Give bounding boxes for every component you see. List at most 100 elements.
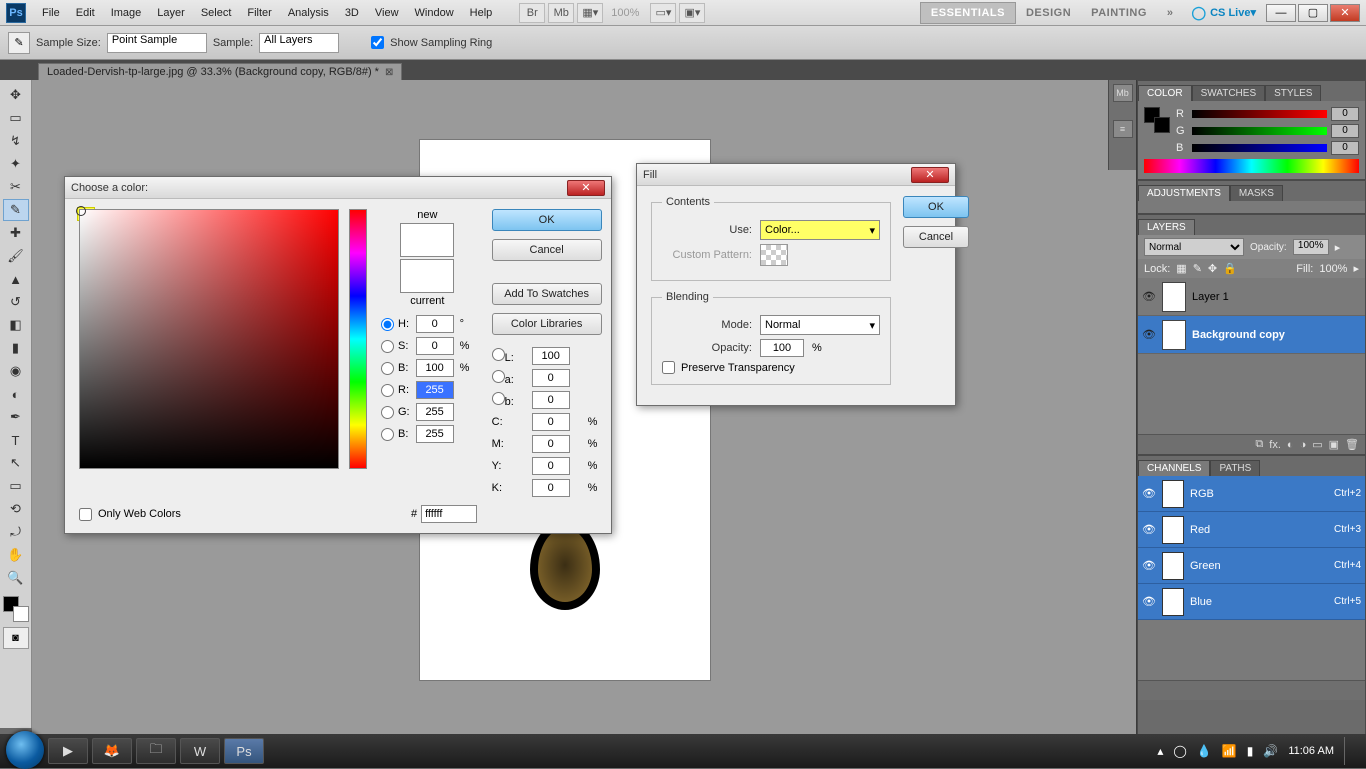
g-radio[interactable] (381, 406, 394, 419)
tray-battery-icon[interactable]: ▮ (1247, 744, 1254, 758)
tab-channels[interactable]: CHANNELS (1138, 460, 1210, 476)
menu-view[interactable]: View (367, 7, 407, 19)
eyedropper-tool[interactable]: ✎ (3, 199, 29, 221)
zoom-tool[interactable]: 🔍 (3, 567, 29, 589)
task-photoshop[interactable]: Ps (224, 738, 264, 764)
menu-filter[interactable]: Filter (239, 7, 279, 19)
type-tool[interactable]: T (3, 429, 29, 451)
dialog-close[interactable]: ✕ (567, 180, 605, 196)
quick-select-tool[interactable]: ✦ (3, 153, 29, 175)
blur-tool[interactable]: ◉ (3, 360, 29, 382)
eyedropper-icon[interactable]: ✎ (8, 32, 30, 54)
visibility-icon[interactable]: 👁 (1142, 328, 1156, 341)
tab-styles[interactable]: STYLES (1265, 85, 1321, 101)
color-libraries-button[interactable]: Color Libraries (492, 313, 602, 335)
window-minimize[interactable]: — (1266, 4, 1296, 22)
use-dropdown[interactable]: Color...▾ (760, 220, 880, 240)
new-layer-icon[interactable]: ▣ (1329, 438, 1339, 451)
color-field[interactable] (79, 209, 339, 469)
lb-radio[interactable] (492, 392, 505, 405)
channel-row[interactable]: 👁RedCtrl+3 (1138, 512, 1365, 548)
workspace-more[interactable]: » (1157, 3, 1184, 23)
tray-shield-icon[interactable]: ◯ (1173, 744, 1186, 758)
layer-name[interactable]: Background copy (1192, 329, 1285, 341)
a-input[interactable] (532, 369, 570, 387)
task-explorer[interactable]: 🗀 (136, 738, 176, 764)
visibility-icon[interactable]: 👁 (1142, 290, 1156, 303)
lock-position-icon[interactable]: ✥ (1208, 262, 1217, 275)
m-input[interactable] (532, 435, 570, 453)
dodge-tool[interactable]: ◐ (3, 383, 29, 405)
g-value[interactable]: 0 (1331, 124, 1359, 138)
history-panel-icon[interactable]: ≡ (1113, 120, 1133, 138)
marquee-tool[interactable]: ▭ (3, 107, 29, 129)
spectrum-ramp[interactable] (1144, 159, 1359, 173)
workspace-painting[interactable]: PAINTING (1081, 3, 1157, 23)
opacity-input[interactable] (760, 339, 804, 357)
document-tab-close[interactable]: ⊠ (385, 67, 393, 78)
arrange-icon[interactable]: ▭▾ (650, 3, 676, 23)
tab-color[interactable]: COLOR (1138, 85, 1192, 101)
eraser-tool[interactable]: ◧ (3, 314, 29, 336)
g-slider[interactable] (1192, 127, 1327, 135)
h-radio[interactable] (381, 318, 394, 331)
path-select-tool[interactable]: ↖ (3, 452, 29, 474)
sample-dropdown[interactable]: All Layers (259, 33, 339, 53)
web-colors-checkbox[interactable] (79, 508, 92, 521)
menu-analysis[interactable]: Analysis (280, 7, 337, 19)
channel-row[interactable]: 👁BlueCtrl+5 (1138, 584, 1365, 620)
fx-icon[interactable]: fx. (1269, 439, 1281, 451)
stamp-tool[interactable]: ▲ (3, 268, 29, 290)
y-input[interactable] (532, 457, 570, 475)
workspace-essentials[interactable]: ESSENTIALS (920, 2, 1016, 24)
tab-masks[interactable]: MASKS (1230, 185, 1283, 201)
history-brush-tool[interactable]: ↺ (3, 291, 29, 313)
workspace-design[interactable]: DESIGN (1016, 3, 1081, 23)
lb-input[interactable] (532, 391, 570, 409)
menu-3d[interactable]: 3D (337, 7, 367, 19)
color-swatches[interactable] (3, 596, 29, 622)
3d-camera-tool[interactable]: ⤾ (3, 521, 29, 543)
group-icon[interactable]: ▭ (1312, 438, 1322, 451)
window-close[interactable]: ✕ (1330, 4, 1360, 22)
minibridge-panel-icon[interactable]: Mb (1113, 84, 1133, 102)
3d-tool[interactable]: ⟲ (3, 498, 29, 520)
shape-tool[interactable]: ▭ (3, 475, 29, 497)
minibridge-icon[interactable]: Mb (548, 3, 574, 23)
adjustment-layer-icon[interactable]: ◑ (1300, 439, 1307, 451)
preserve-transparency-checkbox[interactable] (662, 361, 675, 374)
ok-button[interactable]: OK (492, 209, 602, 231)
cslive-button[interactable]: CS Live ▾ (1192, 5, 1256, 21)
menu-layer[interactable]: Layer (149, 7, 193, 19)
menu-edit[interactable]: Edit (68, 7, 103, 19)
gradient-tool[interactable]: ▮ (3, 337, 29, 359)
b2-input[interactable] (416, 425, 454, 443)
blend-mode-dropdown[interactable]: Normal (1144, 238, 1244, 256)
bridge-icon[interactable]: Br (519, 3, 545, 23)
lock-all-icon[interactable]: 🔒 (1223, 262, 1237, 275)
opacity-input[interactable]: 100% (1293, 239, 1329, 255)
pen-tool[interactable]: ✒ (3, 406, 29, 428)
task-wmp[interactable]: ▶ (48, 738, 88, 764)
menu-window[interactable]: Window (407, 7, 462, 19)
dialog-close[interactable]: ✕ (911, 167, 949, 183)
b-value[interactable]: 0 (1331, 141, 1359, 155)
delete-layer-icon[interactable]: 🗑 (1345, 438, 1359, 451)
fill-input[interactable]: 100% (1319, 263, 1347, 275)
mode-dropdown[interactable]: Normal▾ (760, 315, 880, 335)
menu-help[interactable]: Help (462, 7, 501, 19)
r-slider[interactable] (1192, 110, 1327, 118)
tab-adjustments[interactable]: ADJUSTMENTS (1138, 185, 1230, 201)
link-layers-icon[interactable]: ⧉ (1255, 438, 1263, 451)
c-input[interactable] (532, 413, 570, 431)
move-tool[interactable]: ✥ (3, 84, 29, 106)
tab-layers[interactable]: LAYERS (1138, 219, 1195, 235)
layer-thumb[interactable] (1162, 320, 1186, 350)
layer-row[interactable]: 👁 Background copy (1138, 316, 1365, 354)
quick-mask-toggle[interactable]: ◙ (3, 627, 29, 649)
r-radio[interactable] (381, 384, 394, 397)
document-tab[interactable]: Loaded-Dervish-tp-large.jpg @ 33.3% (Bac… (38, 63, 402, 80)
hue-slider[interactable] (349, 209, 367, 469)
custom-pattern-picker[interactable] (760, 244, 788, 266)
s-radio[interactable] (381, 340, 394, 353)
